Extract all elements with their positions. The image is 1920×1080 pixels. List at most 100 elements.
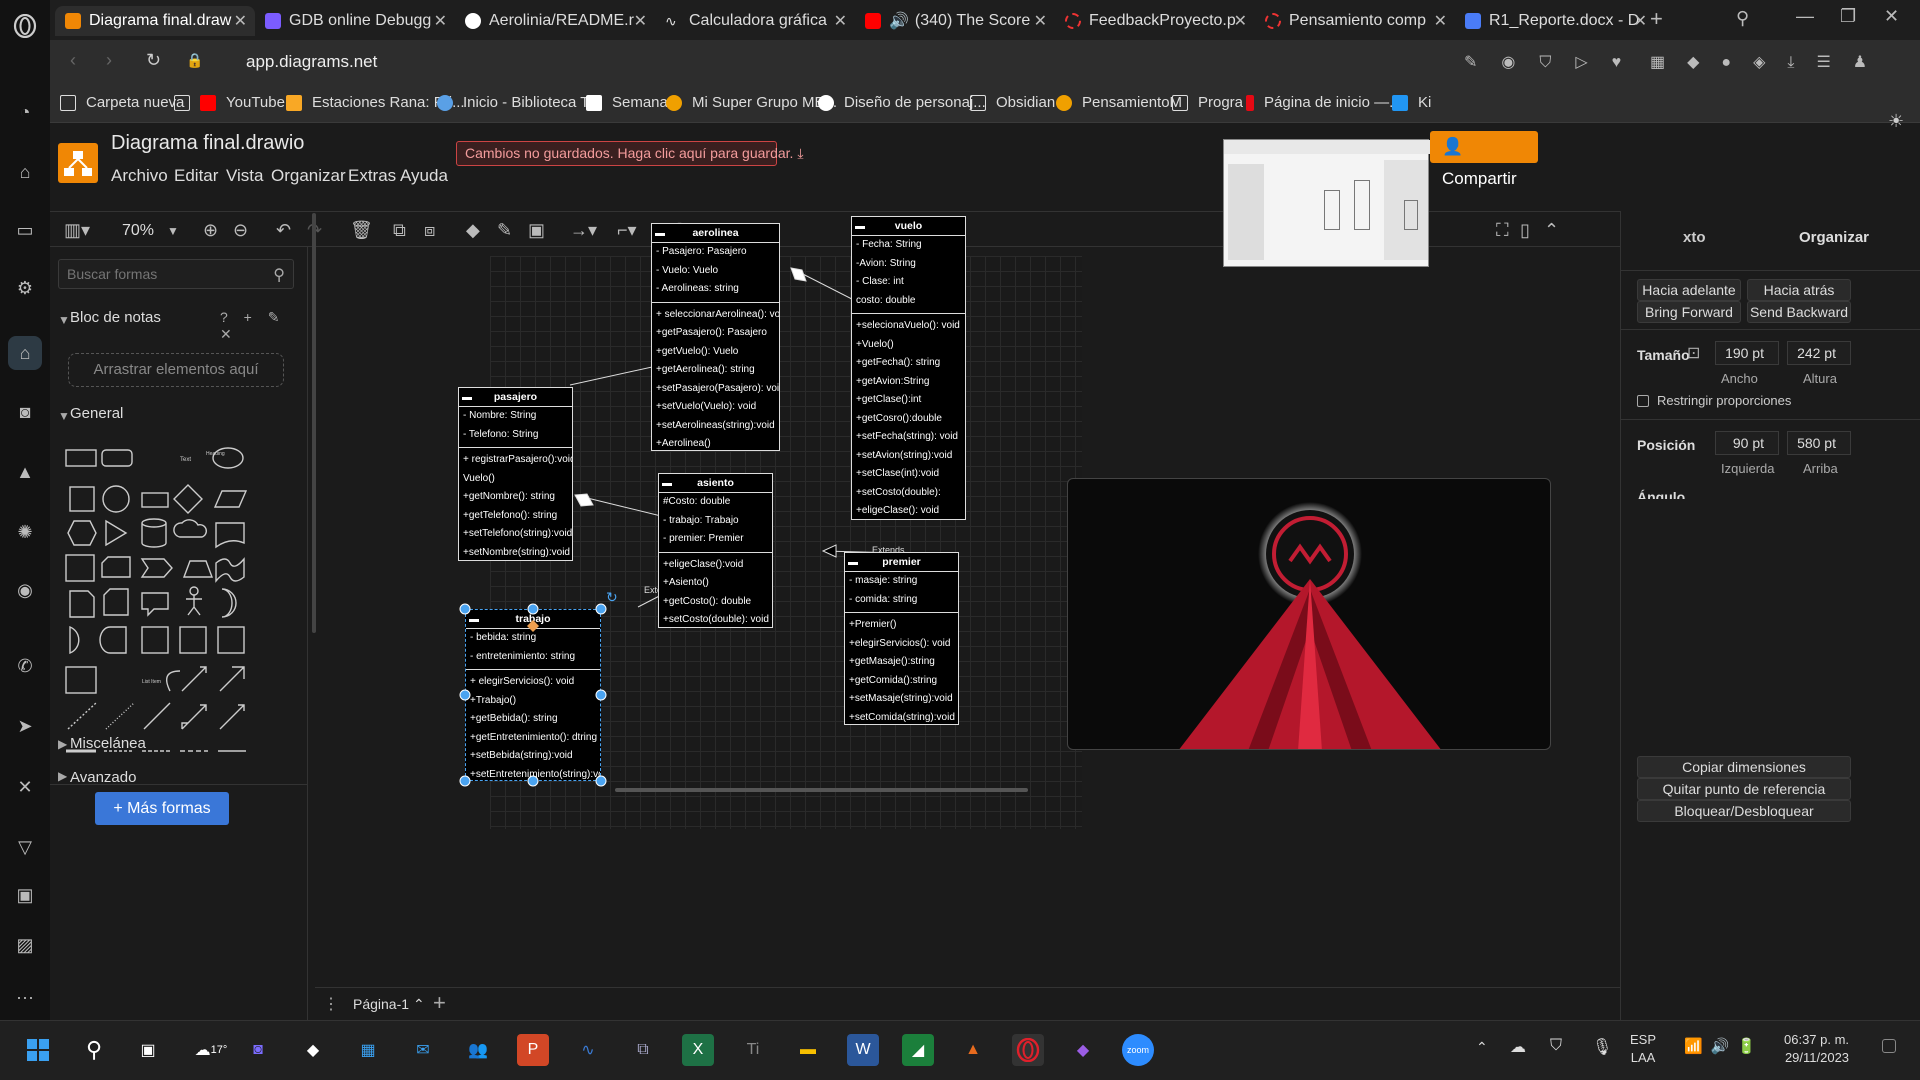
bookmark-obsidian[interactable]: Obsidian [970,94,1055,111]
bookmark-progra[interactable]: Progra [1172,94,1243,111]
more-icon[interactable]: ··· [13,985,37,1009]
whiteboard-icon[interactable]: ∿ [572,1034,604,1066]
tab-desmos[interactable]: ∿ Calculadora gráfica ✕ [655,6,855,36]
close-tab-icon[interactable]: ✕ [434,11,447,31]
constrain-checkbox[interactable] [1637,395,1649,407]
tab-text[interactable]: xto [1683,229,1706,246]
opera-taskbar-icon[interactable] [1012,1034,1044,1066]
pages-menu-icon[interactable]: ⋮ [323,994,339,1014]
word-icon[interactable]: W [847,1034,879,1066]
task-view-icon[interactable]: ▣ [132,1034,164,1066]
bookmark-youtube[interactable]: YouTube [174,94,285,111]
height-input[interactable]: 242 pt [1787,341,1851,365]
file-explorer-icon[interactable]: ▬ [792,1034,824,1066]
weather-widget[interactable]: ☁ 17° [188,1034,234,1066]
bookmark-carpeta-nueva[interactable]: Carpeta nueva [60,94,184,111]
snapshot-icon[interactable]: ▨ [13,933,37,957]
bookmark-netflix[interactable]: Página de inicio —... [1246,94,1402,111]
close-tab-icon[interactable]: ✕ [1634,11,1647,31]
speed-dial-icon[interactable]: ◔ [13,100,37,124]
close-window-icon[interactable]: ✕ [1884,6,1899,27]
vertical-scrollbar[interactable] [312,213,316,633]
onedrive-icon[interactable]: ☁ [1510,1037,1526,1057]
bookmark-semana[interactable]: Semana [586,94,668,111]
tab-youtube[interactable]: 🔊 (340) The Score ✕ [855,6,1055,36]
excel-icon[interactable]: X [682,1034,714,1066]
bookmark-biblioteca[interactable]: Inicio - Biblioteca T... [437,94,600,111]
close-tab-icon[interactable]: ✕ [234,11,247,31]
url-field[interactable]: app.diagrams.net [246,52,377,72]
chatsonic-icon[interactable]: ◉ [13,578,37,602]
search-tabs-icon[interactable]: ⚲ [1736,8,1749,29]
chatgpt-icon[interactable]: ✺ [13,520,37,544]
left-input[interactable]: 90 pt [1715,431,1779,455]
to-back-button[interactable]: Hacia atrás [1747,279,1851,301]
bookmark-mi-super-grupo[interactable]: Mi Super Grupo ME... [666,94,837,111]
extension-icon[interactable]: ▣ [13,883,37,907]
opera-logo-icon[interactable] [13,14,37,38]
notifications-icon[interactable] [1882,1039,1896,1053]
clock[interactable]: 06:37 p. m. 29/11/2023 [1784,1031,1849,1067]
tab-gdb[interactable]: GDB online Debugg ✕ [255,6,455,36]
add-page-icon[interactable]: + [433,990,446,1016]
shopping-icon[interactable]: ⌂ [13,160,37,184]
tab-feedback[interactable]: FeedbackProyecto.p ✕ [1055,6,1255,36]
people-icon[interactable]: 👥 [462,1034,494,1066]
teams-icon[interactable]: ◙ [242,1034,274,1066]
mail-icon[interactable]: ✉ [407,1034,439,1066]
video-picture-in-picture[interactable] [1067,478,1551,750]
bring-forward-button[interactable]: Bring Forward [1637,301,1741,323]
start-button[interactable] [22,1034,54,1066]
telegram-icon[interactable]: ➤ [13,714,37,738]
zoom-icon[interactable]: zoom [1122,1034,1154,1066]
aria-icon[interactable]: ▲ [13,460,37,484]
vpn-icon[interactable]: ▽ [13,835,37,859]
charts-icon[interactable]: ⧉ [627,1034,659,1066]
minimize-icon[interactable]: — [1796,6,1814,27]
close-tab-icon[interactable]: ✕ [1434,11,1447,31]
reload-icon[interactable]: ↻ [146,50,161,71]
selection-handles[interactable]: ↻ [50,123,1050,823]
tab-github[interactable]: Aerolinia/README.r ✕ [455,6,655,36]
defender-icon[interactable]: ⛉ [1550,1037,1562,1055]
microphone-icon[interactable]: 🎙 [1592,1037,1612,1057]
vs-icon[interactable]: ◆ [297,1034,329,1066]
project-icon[interactable]: ◢ [902,1034,934,1066]
search-icon[interactable]: ⚲ [78,1034,110,1066]
powerpoint-icon[interactable]: P [517,1034,549,1066]
horizontal-scrollbar[interactable] [615,788,1028,792]
close-tab-icon[interactable]: ✕ [834,11,847,31]
restore-icon[interactable]: ❐ [1840,6,1856,27]
matlab-icon[interactable]: ▲ [957,1034,989,1066]
home-icon[interactable]: ⌂ [13,341,37,365]
extensions-icons[interactable]: ▦◆●◈⤓☰♟ [1650,52,1889,72]
page-tab[interactable]: Página-1 ⌃ [353,996,425,1013]
width-input[interactable]: 190 pt [1715,341,1779,365]
whatsapp-icon[interactable]: ✆ [13,654,37,678]
tab-docs[interactable]: R1_Reporte.docx - D ✕ [1455,6,1655,36]
bookmark-pensamientom[interactable]: PensamientoM [1056,94,1182,111]
tab-pensamiento[interactable]: Pensamiento comp ✕ [1255,6,1455,36]
forward-icon[interactable]: › [106,50,112,71]
tab-drawio[interactable]: Diagrama final.draw ✕ [55,6,255,36]
network-volume-battery-icons[interactable]: 📶🔊🔋 [1684,1037,1764,1055]
twitch-icon[interactable]: ▭ [13,218,37,242]
ti-icon[interactable]: Ti [737,1034,769,1066]
top-input[interactable]: 580 pt [1787,431,1851,455]
close-tab-icon[interactable]: ✕ [1034,11,1047,31]
remove-anchor-button[interactable]: Quitar punto de referencia [1637,778,1851,800]
address-actions-icons[interactable]: ✎◉⛉▷♥ [1464,52,1645,72]
close-tab-icon[interactable]: ✕ [634,11,647,31]
obsidian-icon[interactable]: ◆ [1067,1034,1099,1066]
language-indicator[interactable]: ESP LAA [1630,1031,1656,1067]
size-anchor-icon[interactable]: ⊡ [1687,343,1700,363]
copy-size-button[interactable]: Copiar dimensiones [1637,756,1851,778]
tab-arrange[interactable]: Organizar [1799,229,1869,246]
lock-unlock-button[interactable]: Bloquear/Desbloquear [1637,800,1851,822]
store-icon[interactable]: ▦ [352,1034,384,1066]
x-twitter-icon[interactable]: ✕ [13,775,37,799]
bookmark-diseno[interactable]: Diseño de personaj... [818,94,986,111]
close-tab-icon[interactable]: ✕ [1234,11,1247,31]
gamepad-icon[interactable]: ◙ [13,400,37,424]
send-backward-button[interactable]: Send Backward [1747,301,1851,323]
